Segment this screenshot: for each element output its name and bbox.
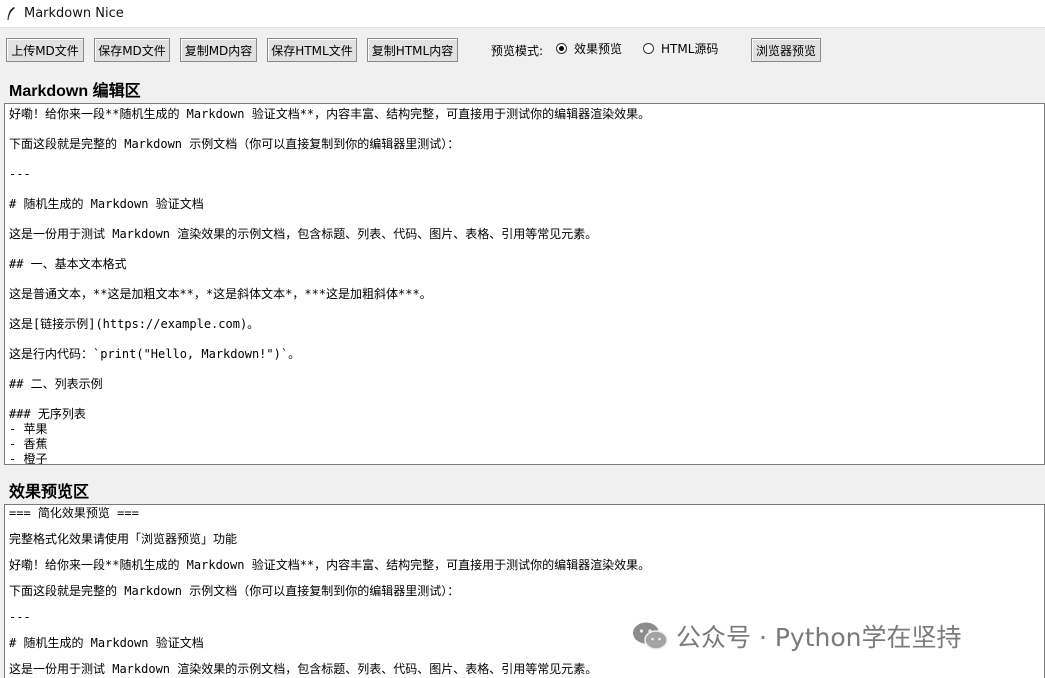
text-line: ## 一、基本文本格式 xyxy=(9,257,127,271)
text-line xyxy=(5,573,1044,584)
text-line xyxy=(5,362,1044,377)
radio-effect-label: 效果预览 xyxy=(574,42,623,56)
text-line xyxy=(5,302,1044,317)
text-line: ### 无序列表 xyxy=(9,407,86,421)
text-line: 这是一份用于测试 Markdown 渲染效果的示例文档，包含标题、列表、代码、图… xyxy=(9,662,598,676)
text-line xyxy=(5,547,1044,558)
text-line: 这是普通文本，**这是加粗文本**，*这是斜体文本*，***这是加粗斜体***。 xyxy=(9,287,432,301)
preview-mode-label: 预览模式: xyxy=(491,44,544,58)
text-line: === 简化效果预览 === xyxy=(9,506,139,520)
watermark: 公众号 · Python学在坚持 xyxy=(632,618,962,654)
feather-icon xyxy=(7,6,15,20)
text-line: 下面这段就是完整的 Markdown 示例文档（你可以直接复制到你的编辑器里测试… xyxy=(9,584,460,598)
text-line: 好嘞！给你来一段**随机生成的 Markdown 验证文档**，内容丰富、结构完… xyxy=(9,107,651,121)
editor-heading: Markdown 编辑区 xyxy=(9,83,141,100)
title-bar: Markdown Nice xyxy=(0,0,1045,28)
text-line: 这是一份用于测试 Markdown 渲染效果的示例文档，包含标题、列表、代码、图… xyxy=(9,227,598,241)
copy-html-button[interactable]: 复制HTML内容 xyxy=(367,38,458,62)
watermark-text: 公众号 · Python学在坚持 xyxy=(676,623,962,652)
save-html-button[interactable]: 保存HTML文件 xyxy=(267,38,357,62)
text-line: - 香蕉 xyxy=(9,437,48,451)
radio-selected-icon xyxy=(556,43,567,54)
save-md-button[interactable]: 保存MD文件 xyxy=(94,38,170,62)
radio-unselected-icon xyxy=(643,43,654,54)
upload-md-button[interactable]: 上传MD文件 xyxy=(6,38,84,62)
text-line: --- xyxy=(9,167,31,181)
text-line: 下面这段就是完整的 Markdown 示例文档（你可以直接复制到你的编辑器里测试… xyxy=(9,137,460,151)
preview-heading: 效果预览区 xyxy=(9,484,90,501)
radio-effect-preview[interactable]: 效果预览 xyxy=(556,40,622,57)
text-line: 这是行内代码：`print("Hello, Markdown!")`。 xyxy=(9,347,301,361)
text-line xyxy=(5,599,1044,610)
text-line xyxy=(5,242,1044,257)
toolbar: 上传MD文件 保存MD文件 复制MD内容 保存HTML文件 复制HTML内容 预… xyxy=(0,28,1045,72)
text-line xyxy=(5,332,1044,347)
text-line: 好嘞！给你来一段**随机生成的 Markdown 验证文档**，内容丰富、结构完… xyxy=(9,558,651,572)
text-line: - 苹果 xyxy=(9,422,48,436)
window-title: Markdown Nice xyxy=(24,6,124,21)
wechat-icon xyxy=(633,622,668,650)
text-line: 完整格式化效果请使用「浏览器预览」功能 xyxy=(9,532,238,546)
text-line: ## 二、列表示例 xyxy=(9,377,103,391)
markdown-editor[interactable]: 好嘞！给你来一段**随机生成的 Markdown 验证文档**，内容丰富、结构完… xyxy=(4,103,1045,465)
text-line: 这是[链接示例](https://example.com)。 xyxy=(9,317,260,331)
text-line: - 橙子 xyxy=(9,452,48,465)
text-line xyxy=(5,272,1044,287)
text-line xyxy=(5,182,1044,197)
radio-html-source[interactable]: HTML源码 xyxy=(643,40,718,57)
radio-html-label: HTML源码 xyxy=(661,42,719,56)
text-line xyxy=(5,392,1044,407)
text-line xyxy=(5,122,1044,137)
text-line: # 随机生成的 Markdown 验证文档 xyxy=(9,197,204,211)
browser-preview-button[interactable]: 浏览器预览 xyxy=(751,38,821,62)
text-line xyxy=(5,152,1044,167)
copy-md-button[interactable]: 复制MD内容 xyxy=(180,38,257,62)
text-line xyxy=(5,521,1044,532)
text-line xyxy=(5,212,1044,227)
